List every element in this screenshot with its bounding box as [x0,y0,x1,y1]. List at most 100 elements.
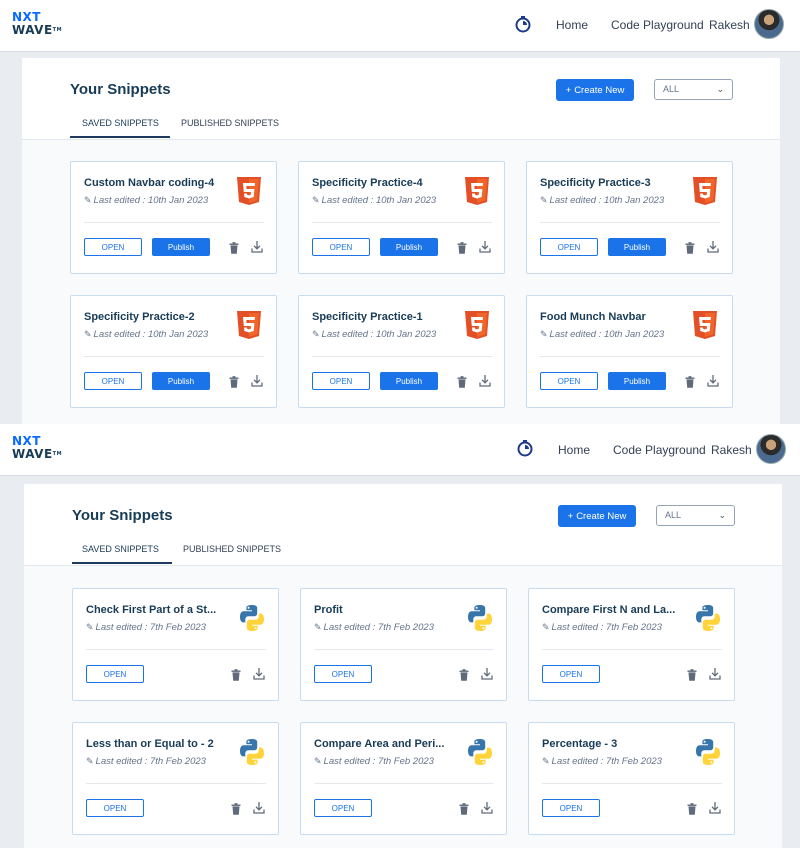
create-new-button[interactable]: + Create New [556,79,634,101]
logo[interactable]: NXT WAVETM [12,435,66,463]
download-icon[interactable] [253,667,265,680]
tab-published-snippets[interactable]: PUBLISHED SNIPPETS [183,544,281,554]
download-icon[interactable] [253,801,265,814]
snippet-title[interactable]: Food Munch Navbar [540,311,675,323]
pencil-icon: ✎ [314,756,322,766]
open-button[interactable]: OPEN [312,238,370,256]
avatar[interactable] [754,9,784,39]
download-icon[interactable] [251,240,263,253]
avatar[interactable] [756,434,786,464]
trash-icon[interactable] [457,241,467,254]
snippet-card[interactable]: Less than or Equal to - 2 ✎ Last edited : … [72,722,279,835]
publish-button[interactable]: Publish [152,238,210,256]
page-title: Your Snippets [70,81,171,98]
open-button[interactable]: OPEN [86,665,144,683]
open-button[interactable]: OPEN [540,372,598,390]
publish-button[interactable]: Publish [152,372,210,390]
snippet-card[interactable]: Specificity Practice-2 ✎ Last edited : 10t… [70,295,277,408]
pencil-icon: ✎ [86,756,94,766]
panel-header: Your Snippets + Create New ALL ⌄ SAVED SNI… [22,58,780,140]
last-edited-text: ✎ Last edited : 7th Feb 2023 [86,622,206,633]
download-icon[interactable] [707,240,719,253]
timer-icon[interactable] [514,15,532,33]
navbar: NXT WAVETM Home Code Playground Rakesh [0,0,800,52]
publish-button[interactable]: Publish [608,238,666,256]
download-icon[interactable] [479,240,491,253]
snippet-title[interactable]: Compare Area and Peri... [314,738,449,750]
user-name: Rakesh [711,443,752,457]
trash-icon[interactable] [687,802,697,815]
trash-icon[interactable] [459,668,469,681]
open-button[interactable]: OPEN [542,665,600,683]
snippet-card[interactable]: Specificity Practice-1 ✎ Last edited : 10t… [298,295,505,408]
html5-icon [463,176,491,206]
trash-icon[interactable] [685,241,695,254]
open-button[interactable]: OPEN [314,665,372,683]
download-icon[interactable] [251,374,263,387]
trash-icon[interactable] [459,802,469,815]
trash-icon[interactable] [457,375,467,388]
trash-icon[interactable] [231,668,241,681]
snippet-title[interactable]: Profit [314,604,449,616]
create-new-button[interactable]: + Create New [558,505,636,527]
open-button[interactable]: OPEN [86,799,144,817]
snippet-title[interactable]: Specificity Practice-3 [540,177,675,189]
trash-icon[interactable] [687,668,697,681]
trash-icon[interactable] [231,802,241,815]
download-icon[interactable] [479,374,491,387]
open-button[interactable]: OPEN [542,799,600,817]
download-icon[interactable] [709,801,721,814]
snippet-card[interactable]: Compare Area and Peri... ✎ Last edited : 7… [300,722,507,835]
snippet-card[interactable]: Food Munch Navbar ✎ Last edited : 10th Jan… [526,295,733,408]
publish-button[interactable]: Publish [380,372,438,390]
open-button[interactable]: OPEN [84,372,142,390]
download-icon[interactable] [481,667,493,680]
open-button[interactable]: OPEN [314,799,372,817]
tab-saved-snippets[interactable]: SAVED SNIPPETS [82,118,159,128]
tab-published-snippets[interactable]: PUBLISHED SNIPPETS [181,118,279,128]
nav-link-home[interactable]: Home [558,443,590,457]
filter-select[interactable]: ALL ⌄ [654,79,733,100]
create-new-label: Create New [574,84,625,96]
screenshot-top: NXT WAVETM Home Code Playground Rakesh Y… [0,0,800,424]
trash-icon[interactable] [685,375,695,388]
snippet-card[interactable]: Percentage - 3 ✎ Last edited : 7th Feb 202… [528,722,735,835]
publish-button[interactable]: Publish [380,238,438,256]
download-icon[interactable] [709,667,721,680]
snippet-title[interactable]: Percentage - 3 [542,738,677,750]
snippet-title[interactable]: Compare First N and La... [542,604,677,616]
snippet-card[interactable]: Profit ✎ Last edited : 7th Feb 2023 OPEN [300,588,507,701]
snippet-card[interactable]: Specificity Practice-4 ✎ Last edited : 10t… [298,161,505,274]
publish-button[interactable]: Publish [608,372,666,390]
trash-icon[interactable] [229,241,239,254]
pencil-icon: ✎ [84,195,92,205]
html5-icon [691,176,719,206]
snippet-title[interactable]: Specificity Practice-4 [312,177,447,189]
trash-icon[interactable] [229,375,239,388]
timer-icon[interactable] [516,439,534,457]
nav-link-code-playground[interactable]: Code Playground [613,443,706,457]
logo-line2: WAVETM [12,23,63,37]
tab-saved-snippets[interactable]: SAVED SNIPPETS [82,544,159,554]
snippet-title[interactable]: Check First Part of a St... [86,604,221,616]
divider [314,649,494,650]
open-button[interactable]: OPEN [540,238,598,256]
nav-link-code-playground[interactable]: Code Playground [611,18,704,32]
snippet-card[interactable]: Custom Navbar coding-4 ✎ Last edited : 10t… [70,161,277,274]
snippet-card[interactable]: Compare First N and La... ✎ Last edited : … [528,588,735,701]
snippet-card[interactable]: Specificity Practice-3 ✎ Last edited : 10t… [526,161,733,274]
snippet-card[interactable]: Check First Part of a St... ✎ Last edited … [72,588,279,701]
open-button[interactable]: OPEN [84,238,142,256]
download-icon[interactable] [707,374,719,387]
snippet-title[interactable]: Custom Navbar coding-4 [84,177,219,189]
filter-select[interactable]: ALL ⌄ [656,505,735,526]
pencil-icon: ✎ [314,622,322,632]
nav-link-home[interactable]: Home [556,18,588,32]
open-button[interactable]: OPEN [312,372,370,390]
snippet-title[interactable]: Less than or Equal to - 2 [86,738,221,750]
snippet-title[interactable]: Specificity Practice-2 [84,311,219,323]
download-icon[interactable] [481,801,493,814]
html5-icon [691,310,719,340]
snippet-title[interactable]: Specificity Practice-1 [312,311,447,323]
logo[interactable]: NXT WAVETM [12,11,66,39]
